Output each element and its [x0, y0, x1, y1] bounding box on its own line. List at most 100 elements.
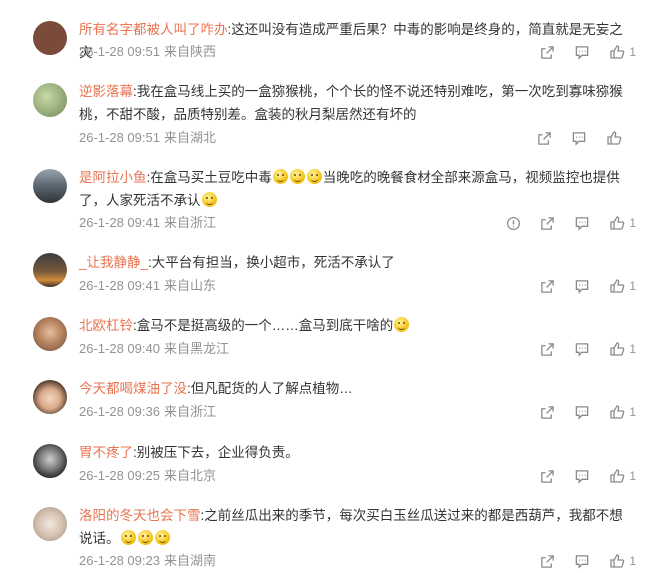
share-icon[interactable] [537, 131, 552, 146]
comment-body: _让我静静_:大平台有担当，换小超市，死活不承认了 [79, 255, 395, 270]
emoji-icon [394, 317, 410, 332]
emoji-icon [154, 530, 170, 545]
comment-meta: 26-1-28 09:51 来自陕西 [79, 43, 216, 61]
like-icon [610, 216, 625, 230]
like-count: 1 [629, 469, 636, 483]
share-icon[interactable] [540, 342, 555, 357]
comment-actions: 1 [521, 43, 636, 61]
comment-source: 来自湖南 [163, 553, 216, 568]
like-button[interactable]: 1 [609, 215, 636, 231]
share-icon[interactable] [540, 554, 555, 569]
comment-body: 北欧杠铃:盒马不是挺高级的一个……盒马到底干啥的 [79, 314, 636, 337]
comment-author[interactable]: 逆影落幕 [79, 84, 133, 99]
like-button[interactable]: 1 [609, 44, 636, 60]
comment-text: 大平台有担当，换小超市，死活不承认了 [151, 255, 395, 270]
avatar[interactable] [33, 380, 67, 414]
comment-time: 26-1-28 09:23 [79, 553, 160, 568]
comment-actions [518, 129, 622, 147]
like-count: 1 [629, 554, 636, 568]
comment-time: 26-1-28 09:36 [79, 404, 160, 419]
comment-author[interactable]: _让我静静_ [79, 255, 148, 270]
like-icon [610, 469, 625, 483]
comment-author[interactable]: 胃不疼了 [79, 445, 133, 460]
comment-actions: 1 [487, 214, 636, 232]
like-count: 1 [629, 405, 636, 419]
comment-icon[interactable] [574, 469, 590, 484]
comment-body: 洛阳的冬天也会下雪:之前丝瓜出来的季节，每次买白玉丝瓜送过来的都是西葫芦，我都不… [79, 508, 623, 546]
comment-icon[interactable] [574, 405, 590, 420]
like-icon [610, 279, 625, 293]
comment-source: 来自陕西 [163, 44, 216, 59]
comment-time: 26-1-28 09:51 [79, 44, 160, 59]
avatar[interactable] [33, 507, 67, 541]
avatar[interactable] [33, 253, 67, 287]
comment-source: 来自黑龙江 [163, 341, 229, 356]
comment-meta: 26-1-28 09:41 来自山东 [79, 277, 216, 295]
comment-text: 我在盒马线上买的一盒猕猴桃，个个长的怪不说还特别难吃，第一次吃到寡味猕猴桃，不甜… [79, 84, 623, 122]
comment-meta: 26-1-28 09:41 来自浙江 [79, 214, 216, 232]
comment-icon[interactable] [574, 342, 590, 357]
like-count: 1 [629, 342, 636, 356]
comment-actions: 1 [521, 277, 636, 295]
like-count: 1 [629, 216, 636, 230]
comment-text: 在盒马买土豆吃中毒 [150, 170, 272, 185]
like-icon [610, 45, 625, 59]
comment-time: 26-1-28 09:40 [79, 341, 160, 356]
comment-source: 来自浙江 [163, 215, 216, 230]
emoji-icon [272, 169, 288, 184]
emoji-icon [289, 169, 305, 184]
comment-author[interactable]: 今天都喝煤油了没 [79, 381, 187, 396]
comment-body: 今天都喝煤油了没:但凡配货的人了解点植物… [79, 381, 353, 396]
comment-icon[interactable] [574, 279, 590, 294]
comment-text: 盒马不是挺高级的一个……盒马到底干啥的 [136, 318, 394, 333]
comment-actions: 1 [521, 403, 636, 421]
like-icon [610, 342, 625, 356]
share-icon[interactable] [540, 45, 555, 60]
share-icon[interactable] [540, 279, 555, 294]
emoji-icon [306, 169, 322, 184]
comment-meta: 26-1-28 09:40 来自黑龙江 [79, 340, 229, 358]
comment-body: 是阿拉小鱼:在盒马买土豆吃中毒 当晚吃的晚餐食材全部来源盒马，视频监控也提供了，人… [79, 169, 620, 208]
emoji-icon [137, 530, 153, 545]
comment-text: 别被压下去，企业得负责。 [136, 445, 299, 460]
avatar[interactable] [33, 21, 67, 55]
share-icon[interactable] [540, 405, 555, 420]
comment-meta: 26-1-28 09:23 来自湖南 [79, 552, 216, 570]
like-button[interactable]: 1 [609, 468, 636, 484]
like-icon [607, 131, 622, 145]
comment-meta: 26-1-28 09:25 来自北京 [79, 467, 216, 485]
like-button[interactable]: 1 [609, 553, 636, 569]
comment-icon[interactable] [574, 216, 590, 231]
like-icon [610, 405, 625, 419]
avatar[interactable] [33, 317, 67, 351]
share-icon[interactable] [540, 469, 555, 484]
comment-author[interactable]: 洛阳的冬天也会下雪 [79, 508, 201, 523]
comment-icon[interactable] [574, 554, 590, 569]
comment-time: 26-1-28 09:51 [79, 130, 160, 145]
comment-source: 来自浙江 [163, 404, 216, 419]
like-icon [610, 554, 625, 568]
comment-actions: 1 [521, 467, 636, 485]
comment-icon[interactable] [571, 131, 587, 146]
like-button[interactable]: 1 [609, 278, 636, 294]
emoji-icon [201, 192, 217, 207]
avatar[interactable] [33, 169, 67, 203]
comment-actions: 1 [521, 552, 636, 570]
like-button[interactable]: 1 [609, 341, 636, 357]
comment-icon[interactable] [574, 45, 590, 60]
comment-meta: 26-1-28 09:36 来自浙江 [79, 403, 216, 421]
comment-source: 来自湖北 [163, 130, 216, 145]
comment-author[interactable]: 北欧杠铃 [79, 318, 133, 333]
comment-author[interactable]: 是阿拉小鱼 [79, 170, 147, 185]
comment-source: 来自山东 [163, 278, 216, 293]
comment-author[interactable]: 所有名字都被人叫了咋办 [79, 22, 228, 37]
avatar[interactable] [33, 444, 67, 478]
like-button[interactable] [606, 130, 622, 146]
like-count: 1 [629, 45, 636, 59]
like-button[interactable]: 1 [609, 404, 636, 420]
avatar[interactable] [33, 83, 67, 117]
share-icon[interactable] [540, 216, 555, 231]
comment-source: 来自北京 [163, 468, 216, 483]
emoji-icon [120, 530, 136, 545]
report-icon[interactable] [506, 216, 521, 231]
